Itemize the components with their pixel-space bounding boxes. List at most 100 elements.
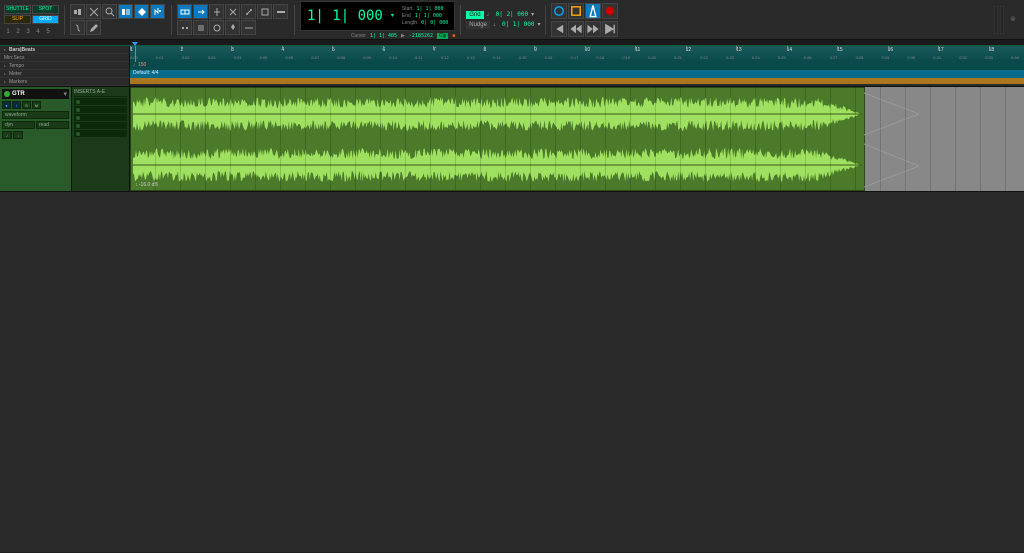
view-preset-row: 1 2 3 4 5 (4, 29, 59, 35)
misc-tool-3[interactable] (209, 20, 224, 35)
mode-grid[interactable]: GRID (32, 15, 59, 24)
mode-slip[interactable]: SLIP (4, 15, 31, 24)
misc-tool-1[interactable] (177, 20, 192, 35)
sel-length-label: Length (402, 20, 417, 26)
track-header: GTR ▾ ● I S M waveform dyn read ♪ ↓ (0, 87, 72, 191)
smart-tool-1[interactable] (118, 4, 133, 19)
rewind-start[interactable] (551, 21, 567, 37)
playback-controls (551, 21, 618, 37)
link-tool[interactable] (177, 4, 192, 19)
tab-tool[interactable] (193, 4, 208, 19)
ruler-timeline[interactable]: 1234567891011121314151617180:000:010:020… (130, 46, 1024, 62)
grid-nudge-group: Grid ♩ 0| 2| 000 ▾ Nudge ♩ 0| 1| 000 ▾ (466, 11, 540, 29)
warn-icon: ■ (452, 33, 455, 39)
sel-start-value[interactable]: 1| 1| 000 (416, 6, 443, 12)
track-dropdown-icon[interactable]: ▾ (63, 90, 67, 98)
ruler-bars-beats[interactable]: ▸Bars|Beats (0, 46, 129, 54)
mode-shuttle[interactable]: SHUTTLE (4, 5, 31, 14)
ruler-meter[interactable]: ▸Meter (0, 70, 129, 78)
insert-slot-a[interactable] (74, 98, 127, 105)
scrub-tool[interactable] (70, 20, 85, 35)
mirrored-tool[interactable] (225, 4, 240, 19)
grid-dropdown-icon[interactable]: ▾ (531, 11, 534, 18)
toolbar-close-icon[interactable]: ⊗ (1010, 15, 1020, 25)
transport-record[interactable] (602, 3, 618, 19)
view-preset-4[interactable]: 4 (34, 29, 42, 35)
automation-tool[interactable] (241, 4, 256, 19)
rewind[interactable] (568, 21, 584, 37)
inserts-panel: INSERTS A-E (72, 87, 130, 191)
ruler-markers[interactable]: ▸Markers (0, 78, 129, 86)
forward-end[interactable] (602, 21, 618, 37)
misc-tool-5[interactable] (241, 20, 256, 35)
zoom-tool[interactable] (70, 4, 85, 19)
ruler-min-secs[interactable]: Min:Secs (0, 54, 129, 62)
misc-tool-4[interactable] (225, 20, 240, 35)
pencil-tool[interactable] (86, 20, 101, 35)
track-color-icon[interactable] (4, 91, 10, 97)
trim-tool[interactable] (86, 4, 101, 19)
transport-countoff[interactable] (568, 3, 584, 19)
track-mute[interactable]: M (32, 101, 41, 109)
cursor-samples: -2185262 (409, 33, 433, 39)
insert-slot-c[interactable] (74, 114, 127, 121)
insert-slot-d[interactable] (74, 122, 127, 129)
track-name[interactable]: GTR (12, 91, 61, 97)
sel-length-value[interactable]: 0| 0| 000 (421, 20, 448, 26)
cursor-label: Cursor (351, 33, 366, 39)
mode-spot[interactable]: SPOT (32, 5, 59, 14)
smart-tool-2[interactable] (134, 4, 149, 19)
empty-track-area[interactable] (0, 192, 1024, 552)
transport-metronome[interactable] (585, 3, 601, 19)
cly-badge: Cly (437, 33, 448, 39)
nudge-value[interactable]: 0| 1| 000 (502, 21, 535, 28)
waveform-left (133, 93, 862, 135)
waveform-area[interactable]: ↕ -16.0 dB (130, 87, 1024, 191)
counter-display[interactable]: 1| 1| 000 (307, 8, 383, 24)
track-elastic-icon[interactable]: ♪ (2, 131, 12, 139)
cursor-info: Cursor 1| 1| 405 ▶ -2185262 Cly ■ (351, 33, 455, 39)
tempo-ruler[interactable]: ♩150 (130, 62, 1024, 70)
counter-dropdown-icon[interactable]: ▾ (391, 12, 394, 19)
inserts-title: INSERTS A-E (74, 89, 127, 97)
track-view-select[interactable]: waveform (2, 111, 69, 119)
meter-marker[interactable]: Default: 4/4 (133, 70, 159, 76)
forward[interactable] (585, 21, 601, 37)
track-title-row[interactable]: GTR ▾ (2, 89, 69, 99)
waveform-right (133, 144, 862, 186)
meter-ruler[interactable]: Default: 4/4 (130, 70, 1024, 78)
nudge-dropdown-icon[interactable]: ▾ (537, 21, 540, 28)
insert-slot-b[interactable] (74, 106, 127, 113)
insert-slot-e[interactable] (74, 130, 127, 137)
playhead[interactable] (135, 46, 136, 62)
view-preset-5[interactable]: 5 (44, 29, 52, 35)
track-timebase-icon[interactable]: ↓ (13, 131, 23, 139)
track-rec-enable[interactable]: ● (2, 101, 11, 109)
misc-tool-2[interactable] (193, 20, 208, 35)
track-area: GTR ▾ ● I S M waveform dyn read ♪ ↓ INSE… (0, 87, 1024, 192)
nudge-label[interactable]: Nudge (466, 21, 490, 29)
track-input[interactable]: I (12, 101, 21, 109)
select-tool[interactable] (102, 4, 117, 19)
track-solo[interactable]: S (22, 101, 31, 109)
view-preset-3[interactable]: 3 (24, 29, 32, 35)
markers-ruler[interactable] (130, 78, 1024, 84)
layered-tool[interactable] (273, 4, 288, 19)
view-preset-1[interactable]: 1 (4, 29, 12, 35)
track-auto-read[interactable]: read (36, 121, 69, 129)
clip-gain-tool[interactable] (257, 4, 272, 19)
transport-controls (551, 3, 618, 19)
top-toolbar: SHUTTLE SPOT SLIP GRID 1 2 3 4 5 (0, 0, 1024, 40)
clip-fade-out[interactable] (864, 88, 919, 190)
track-auto-mode[interactable]: dyn (2, 121, 35, 129)
grid-value[interactable]: 0| 2| 000 (496, 11, 529, 18)
insertion-tool[interactable] (209, 4, 224, 19)
ruler-tracks[interactable]: 1234567891011121314151617180:000:010:020… (130, 46, 1024, 86)
grid-label[interactable]: Grid (466, 11, 483, 19)
view-preset-2[interactable]: 2 (14, 29, 22, 35)
ruler-tempo[interactable]: ▸Tempo (0, 62, 129, 70)
transport-online[interactable] (551, 3, 567, 19)
smart-tool-3[interactable] (150, 4, 165, 19)
tempo-marker[interactable]: ♩150 (133, 62, 146, 68)
sel-end-value[interactable]: 1| 1| 000 (415, 13, 442, 19)
